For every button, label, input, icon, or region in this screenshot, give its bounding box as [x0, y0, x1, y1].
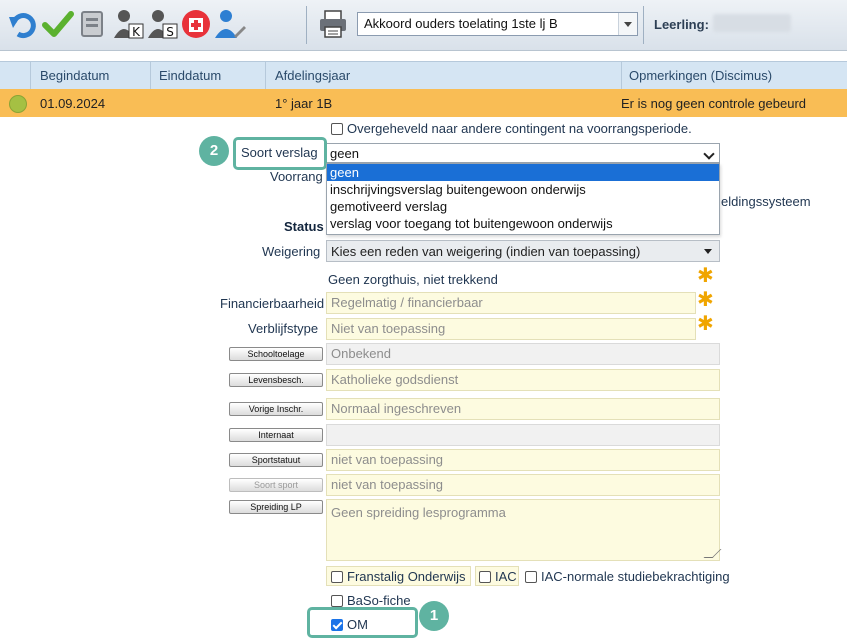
sportstatuut-button[interactable]: Sportstatuut: [229, 453, 323, 467]
soort-sport-field[interactable]: niet van toepassing: [326, 474, 720, 496]
schooltoelage-button[interactable]: Schooltoelage: [229, 347, 323, 361]
overgeheveld-label: Overgeheveld naar andere contingent na v…: [347, 121, 692, 136]
soort-verslag-select[interactable]: geen: [326, 143, 720, 163]
column-header-opmerkingen[interactable]: Opmerkingen (Discimus): [629, 68, 772, 83]
financierbaarheid-label: Financierbaarheid: [220, 296, 325, 311]
vorige-inschr-field[interactable]: Normaal ingeschreven: [326, 398, 720, 420]
leerling-name-blurred: [713, 14, 791, 32]
caret-down-icon: [704, 249, 712, 254]
baso-checkbox-row[interactable]: BaSo-fiche: [331, 593, 411, 608]
iac-checkbox-row[interactable]: IAC: [479, 569, 517, 584]
overgeheveld-checkbox[interactable]: [331, 123, 343, 135]
iac-normale-checkbox[interactable]: [525, 571, 537, 583]
iac-label: IAC: [495, 569, 517, 584]
annotation-highlight-2: [233, 137, 327, 170]
soort-sport-button[interactable]: Soort sport: [229, 478, 323, 492]
required-star-icon: ✱: [697, 313, 714, 335]
zorgthuis-text: Geen zorgthuis, niet trekkend: [328, 272, 498, 287]
internaat-field[interactable]: [326, 424, 720, 446]
column-header-afdelingsjaar[interactable]: Afdelingsjaar: [275, 68, 350, 83]
iac-normale-checkbox-row[interactable]: IAC-normale studiebekrachtiging: [525, 569, 730, 584]
book-icon[interactable]: [76, 8, 108, 40]
required-star-icon: ✱: [697, 265, 714, 287]
iac-normale-label: IAC-normale studiebekrachtiging: [541, 569, 730, 584]
dropdown-option[interactable]: verslag voor toegang tot buitengewoon on…: [327, 215, 719, 232]
overgeheveld-checkbox-row[interactable]: Overgeheveld naar andere contingent na v…: [331, 121, 692, 136]
checkmark-icon[interactable]: [42, 8, 74, 40]
spreiding-lp-button[interactable]: Spreiding LP: [229, 500, 323, 514]
undo-icon[interactable]: [8, 8, 40, 40]
status-label: Status: [284, 219, 324, 234]
column-header-einddatum[interactable]: Einddatum: [159, 68, 221, 83]
resize-grip-icon[interactable]: [703, 549, 722, 558]
chevron-down-icon: [618, 13, 637, 35]
person-s-icon[interactable]: S: [146, 8, 178, 40]
hospital-icon[interactable]: [180, 8, 212, 40]
chevron-down-icon: [703, 148, 715, 160]
toolbar: K S Akkoord ouders toelating 1ste lj B L…: [0, 0, 847, 51]
levensbesch-button[interactable]: Levensbesch.: [229, 373, 323, 387]
column-header-begindatum[interactable]: Begindatum: [40, 68, 109, 83]
table-row[interactable]: 01.09.2024 1° jaar 1B Er is nog geen con…: [0, 89, 847, 117]
person-k-icon[interactable]: K: [112, 8, 144, 40]
iac-checkbox[interactable]: [479, 571, 491, 583]
internaat-button[interactable]: Internaat: [229, 428, 323, 442]
franstalig-label: Franstalig Onderwijs: [347, 569, 466, 584]
weigering-value: Kies een reden van weigering (indien van…: [331, 244, 641, 259]
baso-label: BaSo-fiche: [347, 593, 411, 608]
required-star-icon: ✱: [697, 289, 714, 311]
baso-checkbox[interactable]: [331, 595, 343, 607]
user-edit-icon[interactable]: [214, 8, 246, 40]
spreiding-lp-textarea[interactable]: Geen spreiding lesprogramma: [326, 499, 722, 561]
levensbesch-field[interactable]: Katholieke godsdienst: [326, 369, 720, 391]
leerling-label: Leerling:: [654, 17, 709, 32]
annotation-badge-1: 1: [419, 601, 449, 631]
soort-verslag-dropdown[interactable]: geen inschrijvingsverslag buitengewoon o…: [326, 163, 720, 235]
grid-header: Begindatum Einddatum Afdelingsjaar Opmer…: [0, 61, 847, 90]
verblijfstype-label: Verblijfstype: [248, 321, 319, 336]
toolbar-separator: [306, 6, 307, 44]
spreiding-lp-value: Geen spreiding lesprogramma: [331, 505, 506, 520]
status-dot-icon: [9, 95, 27, 113]
voorrang-label: Voorrang: [270, 169, 323, 184]
cell-afdelingsjaar: 1° jaar 1B: [275, 96, 333, 111]
printer-icon[interactable]: [317, 8, 349, 40]
document-select-value: Akkoord ouders toelating 1ste lj B: [364, 16, 558, 31]
dropdown-option[interactable]: inschrijvingsverslag buitengewoon onderw…: [327, 181, 719, 198]
weigering-label: Weigering: [262, 244, 321, 259]
meldingssysteem-label: eldingssysteem: [721, 194, 811, 209]
dropdown-option[interactable]: gemotiveerd verslag: [327, 198, 719, 215]
schooltoelage-field[interactable]: Onbekend: [326, 343, 720, 365]
verblijfstype-field[interactable]: Niet van toepassing: [326, 318, 696, 340]
document-select[interactable]: Akkoord ouders toelating 1ste lj B: [357, 12, 638, 36]
dropdown-option[interactable]: geen: [327, 164, 719, 181]
sportstatuut-field[interactable]: niet van toepassing: [326, 449, 720, 471]
franstalig-checkbox[interactable]: [331, 571, 343, 583]
toolbar-separator: [643, 6, 644, 44]
financierbaarheid-field[interactable]: Regelmatig / financierbaar: [326, 292, 696, 314]
cell-opmerkingen: Er is nog geen controle gebeurd: [621, 96, 807, 111]
cell-begindatum: 01.09.2024: [40, 96, 106, 111]
vorige-inschr-button[interactable]: Vorige Inschr.: [229, 402, 323, 416]
weigering-select[interactable]: Kies een reden van weigering (indien van…: [326, 240, 720, 262]
soort-verslag-value: geen: [330, 146, 359, 161]
franstalig-checkbox-row[interactable]: Franstalig Onderwijs: [331, 569, 466, 584]
annotation-highlight-1: [307, 607, 418, 638]
svg-text:S: S: [166, 25, 174, 39]
annotation-badge-2: 2: [199, 136, 229, 166]
svg-text:K: K: [132, 25, 141, 39]
